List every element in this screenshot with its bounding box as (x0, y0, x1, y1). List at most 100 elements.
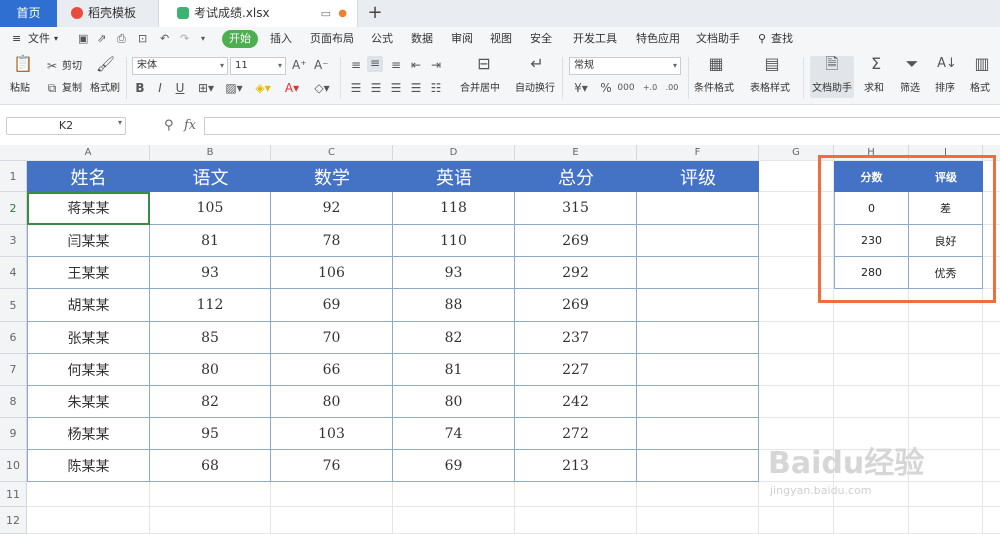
currency-icon[interactable]: ¥▾ (571, 81, 591, 95)
window-icon[interactable]: ▭ (321, 0, 331, 27)
table-cell[interactable]: 蒋某某 (27, 192, 150, 225)
number-format-select[interactable]: 常规 ▾ (569, 57, 681, 75)
menu-formulas[interactable]: 公式 (371, 31, 393, 47)
indent-increase-icon[interactable]: ⇥ (429, 58, 443, 72)
save-icon[interactable]: ▣ (78, 31, 88, 47)
undo-icon[interactable]: ↶ (160, 31, 169, 47)
doc-helper-icon[interactable]: 🗎 (822, 56, 842, 72)
table-cell[interactable]: 81 (150, 225, 271, 257)
zoom-icon[interactable]: ⚲ (164, 118, 174, 133)
menu-view[interactable]: 视图 (490, 31, 512, 47)
table-cell[interactable]: 213 (515, 450, 637, 482)
indent-decrease-icon[interactable]: ⇤ (409, 58, 423, 72)
sort-icon[interactable]: A↓ (937, 57, 957, 71)
table-cell[interactable]: 胡某某 (27, 289, 150, 322)
filter-icon[interactable]: ⏷ (902, 56, 922, 72)
table-cell[interactable]: 88 (393, 289, 515, 322)
header-name[interactable]: 姓名 (27, 161, 150, 192)
table-cell[interactable]: 68 (150, 450, 271, 482)
tab-file[interactable]: 考试成绩.xlsx ▭ ● (158, 0, 358, 27)
row-header[interactable]: 7 (0, 354, 27, 386)
table-cell[interactable] (637, 225, 759, 257)
table-cell[interactable]: 王某某 (27, 257, 150, 289)
table-cell[interactable] (637, 257, 759, 289)
table-cell[interactable]: 227 (515, 354, 637, 386)
clear-format-icon[interactable]: ◇▾ (312, 81, 332, 95)
font-size-select[interactable]: 11 ▾ (230, 57, 286, 75)
format-painter-icon[interactable]: 🖌 (96, 57, 115, 72)
table-style-button[interactable]: 表格样式 (750, 82, 790, 95)
align-top-icon[interactable]: ≡ (349, 58, 363, 72)
print-icon[interactable]: ⎙ (117, 31, 126, 47)
new-tab-button[interactable]: + (366, 0, 384, 27)
table-cell[interactable]: 69 (393, 450, 515, 482)
underline-icon[interactable]: U (174, 81, 186, 95)
export-icon[interactable]: ⇗ (97, 31, 106, 47)
header-english[interactable]: 英语 (393, 161, 515, 192)
filter-button[interactable]: 筛选 (900, 82, 920, 95)
cut-button[interactable]: 剪切 (62, 60, 82, 73)
menu-special-apps[interactable]: 特色应用 (636, 31, 680, 47)
column-header-e[interactable]: E (515, 145, 637, 160)
align-left-icon[interactable]: ☰ (349, 81, 363, 95)
merge-center-icon[interactable]: ⊟ (474, 56, 494, 72)
font-color-icon[interactable]: A▾ (282, 81, 302, 95)
table-cell[interactable]: 93 (393, 257, 515, 289)
menu-developer[interactable]: 开发工具 (573, 31, 617, 47)
table-cell[interactable] (637, 354, 759, 386)
tab-home[interactable]: 首页 (0, 0, 57, 27)
scissors-icon[interactable]: ✂ (46, 59, 58, 73)
copy-button[interactable]: 复制 (62, 82, 82, 95)
sort-button[interactable]: 排序 (935, 82, 955, 95)
format-icon[interactable]: ▥ (972, 56, 992, 72)
table-cell[interactable] (637, 192, 759, 225)
table-cell[interactable]: 朱某某 (27, 386, 150, 418)
row-header[interactable]: 8 (0, 386, 27, 418)
quick-access-menu-icon[interactable]: ▾ (201, 31, 205, 47)
table-cell[interactable] (637, 289, 759, 322)
justify-icon[interactable]: ☰ (409, 81, 423, 95)
hamburger-icon[interactable]: ≡ (12, 31, 21, 47)
table-cell[interactable]: 66 (271, 354, 393, 386)
table-cell[interactable]: 78 (271, 225, 393, 257)
table-cell[interactable]: 80 (271, 386, 393, 418)
decrease-font-icon[interactable]: A⁻ (314, 58, 329, 72)
name-box[interactable]: K2 (6, 117, 126, 135)
row-header[interactable]: 9 (0, 418, 27, 450)
border-icon[interactable]: ⊞▾ (196, 81, 216, 95)
thousands-icon[interactable]: 000 (617, 81, 635, 95)
table-cell[interactable] (637, 322, 759, 354)
row-header[interactable]: 11 (0, 482, 27, 507)
table-style-icon[interactable]: ▤ (762, 56, 782, 72)
table-cell[interactable]: 何某某 (27, 354, 150, 386)
conditional-format-icon[interactable]: ▦ (706, 56, 726, 72)
doc-helper-button[interactable]: 文档助手 (812, 82, 852, 95)
row-header[interactable]: 10 (0, 450, 27, 482)
table-cell[interactable]: 269 (515, 225, 637, 257)
formula-input[interactable] (204, 117, 1000, 135)
table-cell[interactable]: 74 (393, 418, 515, 450)
column-header-b[interactable]: B (150, 145, 271, 160)
font-name-select[interactable]: 宋体 ▾ (132, 57, 228, 75)
paste-button[interactable]: 粘贴 (10, 82, 30, 95)
column-header-c[interactable]: C (271, 145, 393, 160)
align-middle-icon[interactable]: ≡ (367, 56, 383, 72)
paste-icon[interactable]: 📋 (13, 56, 33, 75)
menu-review[interactable]: 审阅 (451, 31, 473, 47)
table-cell[interactable]: 85 (150, 322, 271, 354)
menu-doc-helper[interactable]: 文档助手 (696, 31, 740, 47)
table-cell[interactable]: 110 (393, 225, 515, 257)
align-right-icon[interactable]: ☰ (389, 81, 403, 95)
table-cell[interactable]: 292 (515, 257, 637, 289)
table-cell[interactable] (637, 386, 759, 418)
fill-pattern-icon[interactable]: ▨▾ (224, 81, 244, 95)
table-cell[interactable]: 269 (515, 289, 637, 322)
row-header[interactable]: 3 (0, 225, 27, 257)
bold-icon[interactable]: B (134, 81, 146, 95)
row-header[interactable]: 6 (0, 322, 27, 354)
table-cell[interactable] (637, 450, 759, 482)
table-cell[interactable]: 237 (515, 322, 637, 354)
header-total[interactable]: 总分 (515, 161, 637, 192)
print-preview-icon[interactable]: ⊡ (138, 31, 147, 47)
row-header[interactable]: 4 (0, 257, 27, 289)
